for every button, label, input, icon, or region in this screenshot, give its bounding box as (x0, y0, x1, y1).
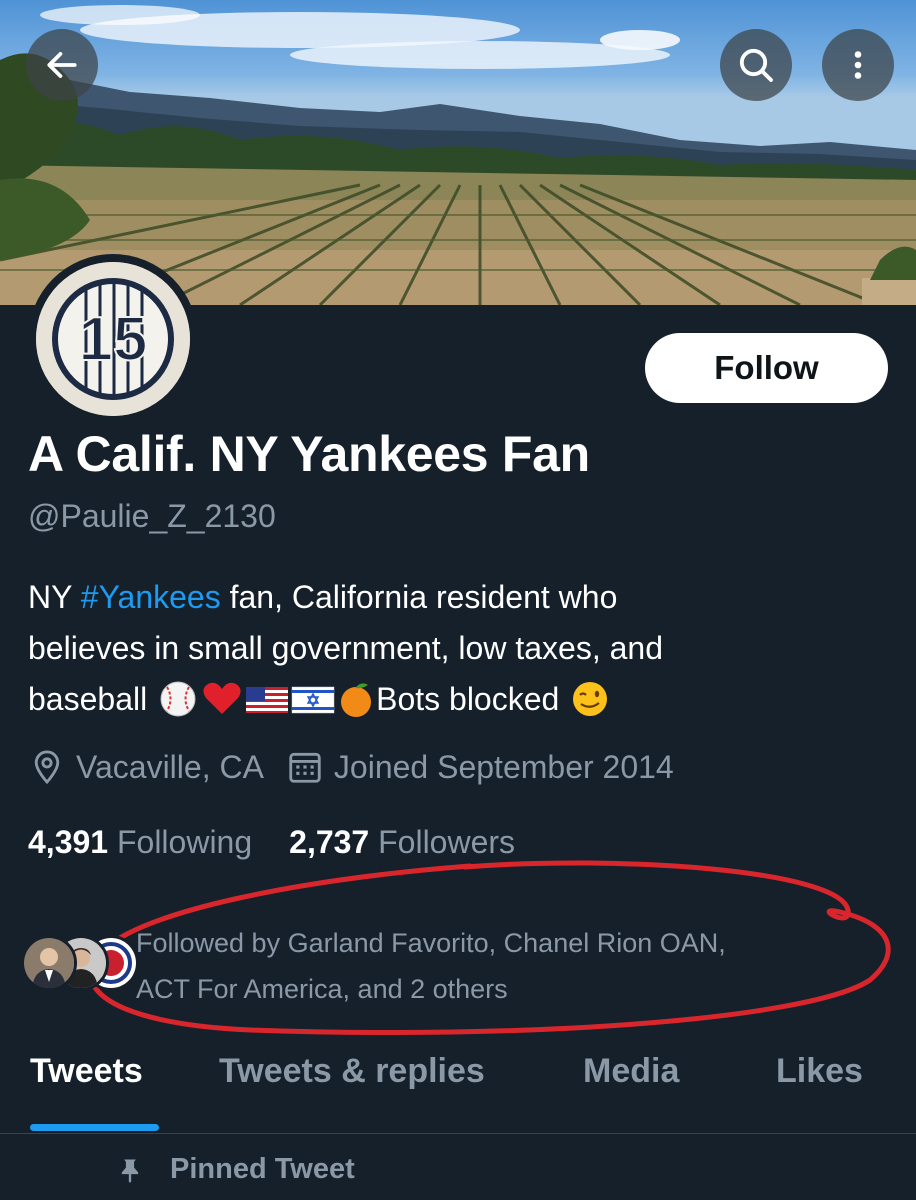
tab-tweets[interactable]: Tweets (30, 1052, 143, 1091)
israel-flag-emoji (291, 686, 335, 713)
retired-number-image: 15 (36, 262, 190, 416)
bio-line-1: NY #Yankees fan, California resident who (28, 579, 618, 615)
svg-text:15: 15 (79, 305, 148, 374)
tangerine-emoji (341, 682, 372, 717)
back-button[interactable] (26, 29, 98, 101)
bio-line-2: believes in small government, low taxes,… (28, 630, 663, 666)
pin-icon (121, 1159, 139, 1183)
display-name: A Calif. NY Yankees Fan (28, 426, 590, 482)
more-options-button[interactable] (822, 29, 894, 101)
more-vertical-icon (854, 51, 862, 79)
arrow-left-icon (47, 52, 77, 78)
winking-face-emoji (573, 681, 608, 716)
followers-link[interactable]: 2,737 Followers (289, 824, 515, 861)
user-handle: @Paulie_Z_2130 (28, 498, 276, 534)
tab-tweets-replies[interactable]: Tweets & replies (219, 1052, 485, 1091)
avatar[interactable]: 15 (36, 262, 190, 416)
tab-media[interactable]: Media (583, 1052, 679, 1091)
pinned-tweet-label: Pinned Tweet (116, 1153, 355, 1186)
tabs-divider (0, 1133, 916, 1134)
joined-date: Joined September 2014 (333, 748, 674, 785)
calendar-icon (289, 752, 321, 783)
red-heart-emoji (203, 682, 241, 714)
active-tab-indicator (30, 1124, 159, 1131)
following-link[interactable]: 4,391 Following (28, 824, 252, 861)
profile-meta: Vacaville, CA Joined September 2014 (28, 748, 674, 786)
location-text: Vacaville, CA (76, 748, 264, 785)
bio: NY #Yankees fan, California resident who… (28, 572, 888, 725)
location-pin-icon (34, 750, 60, 785)
us-flag-emoji (246, 686, 289, 713)
follow-stats: 4,391 Following 2,737 Followers (28, 824, 515, 861)
followed-by-text[interactable]: Followed by Garland Favorito, Chanel Rio… (136, 920, 896, 1012)
search-icon (739, 48, 773, 82)
follower-avatar-1 (21, 935, 77, 991)
baseball-emoji (160, 681, 196, 717)
hashtag-link[interactable]: #Yankees (81, 579, 221, 615)
tab-likes[interactable]: Likes (776, 1052, 863, 1091)
search-button[interactable] (720, 29, 792, 101)
follow-button[interactable]: Follow (645, 333, 888, 403)
profile-tabs: Tweets Tweets & replies Media Likes (0, 1052, 916, 1132)
bio-line-3: baseball Bots blocked (28, 674, 888, 725)
